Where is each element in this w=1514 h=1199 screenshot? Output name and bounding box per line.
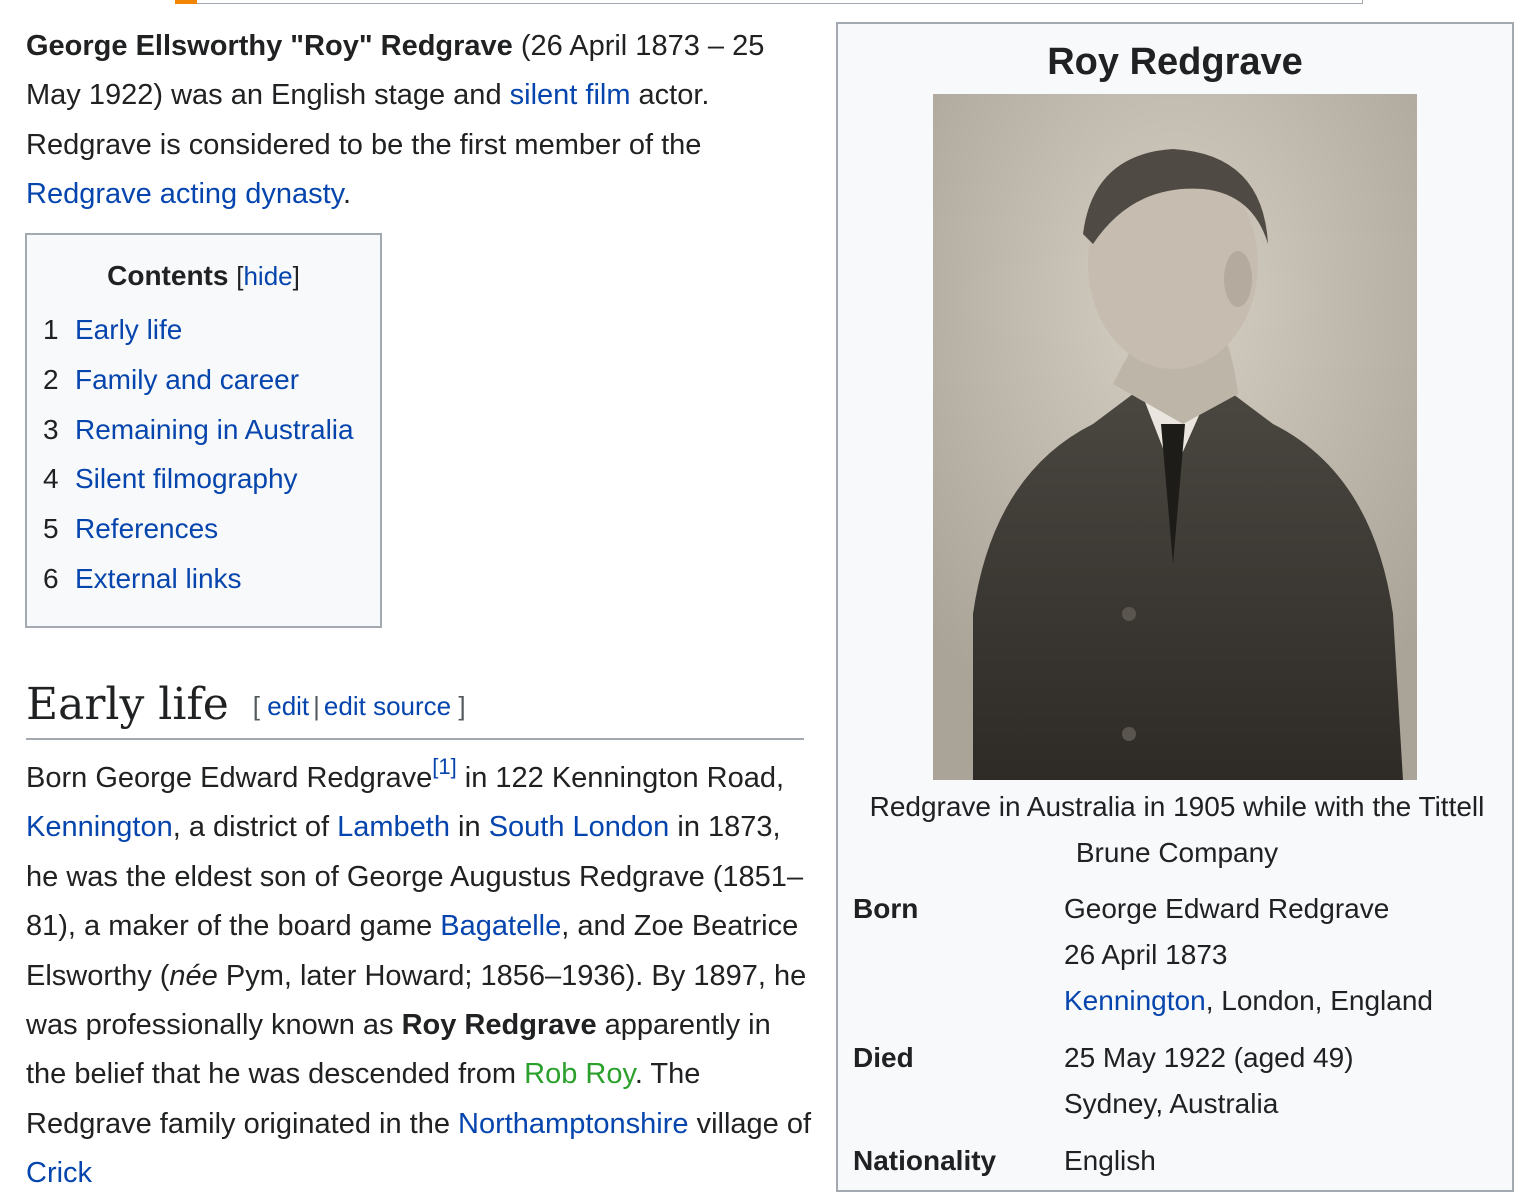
early-life-paragraph: Born George Edward Redgrave[1] in 122 Ke… [26, 754, 812, 1190]
toc-item-references[interactable]: 5 References [43, 504, 380, 554]
link-kennington-infobox[interactable]: Kennington [1064, 985, 1206, 1016]
edit-source-link[interactable]: edit source [324, 691, 451, 721]
link-crick[interactable]: Crick [26, 1157, 92, 1189]
toc-hide-button[interactable]: hide [243, 261, 292, 291]
reference-1-link[interactable]: [1] [432, 754, 456, 779]
toc-item-early-life[interactable]: 1 Early life [43, 305, 380, 355]
portrait-image[interactable] [933, 94, 1417, 780]
link-silent-film[interactable]: silent film [510, 79, 631, 111]
toc-item-silent-filmography[interactable]: 4 Silent filmography [43, 454, 380, 504]
link-kennington[interactable]: Kennington [26, 811, 173, 843]
link-south-london[interactable]: South London [489, 811, 670, 843]
toc-title: Contents [hide] [107, 260, 300, 291]
infobox-title: Roy Redgrave [1047, 41, 1303, 83]
infobox: Roy Redgrave Redgrave in Australia in 19… [836, 22, 1514, 1192]
edit-link[interactable]: edit [267, 691, 309, 721]
link-redgrave-acting-dynasty[interactable]: Redgrave acting dynasty [26, 178, 343, 210]
link-rob-roy[interactable]: Rob Roy [524, 1058, 635, 1090]
section-heading-early-life: Early life [ edit | edit source ] [26, 676, 804, 740]
toc-item-external-links[interactable]: 6 External links [43, 554, 380, 604]
section-edit-links: [ edit | edit source ] [252, 691, 466, 721]
link-bagatelle[interactable]: Bagatelle [440, 910, 561, 942]
toc-list: 1 Early life 2 Family and career 3 Remainin… [27, 305, 380, 604]
lead-paragraph: George Ellsworthy "Roy" Redgrave (26 Apr… [26, 30, 765, 211]
portrait-caption: Redgrave in Australia in 1905 while with… [869, 791, 1485, 868]
accent-marker [175, 0, 197, 4]
lead-name: George Ellsworthy "Roy" Redgrave [26, 30, 513, 62]
table-of-contents: Contents [hide] 1 Early life 2 Family and … [25, 233, 382, 628]
link-lambeth[interactable]: Lambeth [337, 811, 450, 843]
section-title: Early life [26, 679, 229, 730]
link-northamptonshire[interactable]: Northamptonshire [458, 1108, 689, 1140]
top-panel-edge [175, 0, 1363, 4]
toc-item-family-and-career[interactable]: 2 Family and career [43, 355, 380, 405]
toc-item-remaining-in-australia[interactable]: 3 Remaining in Australia [43, 405, 380, 455]
